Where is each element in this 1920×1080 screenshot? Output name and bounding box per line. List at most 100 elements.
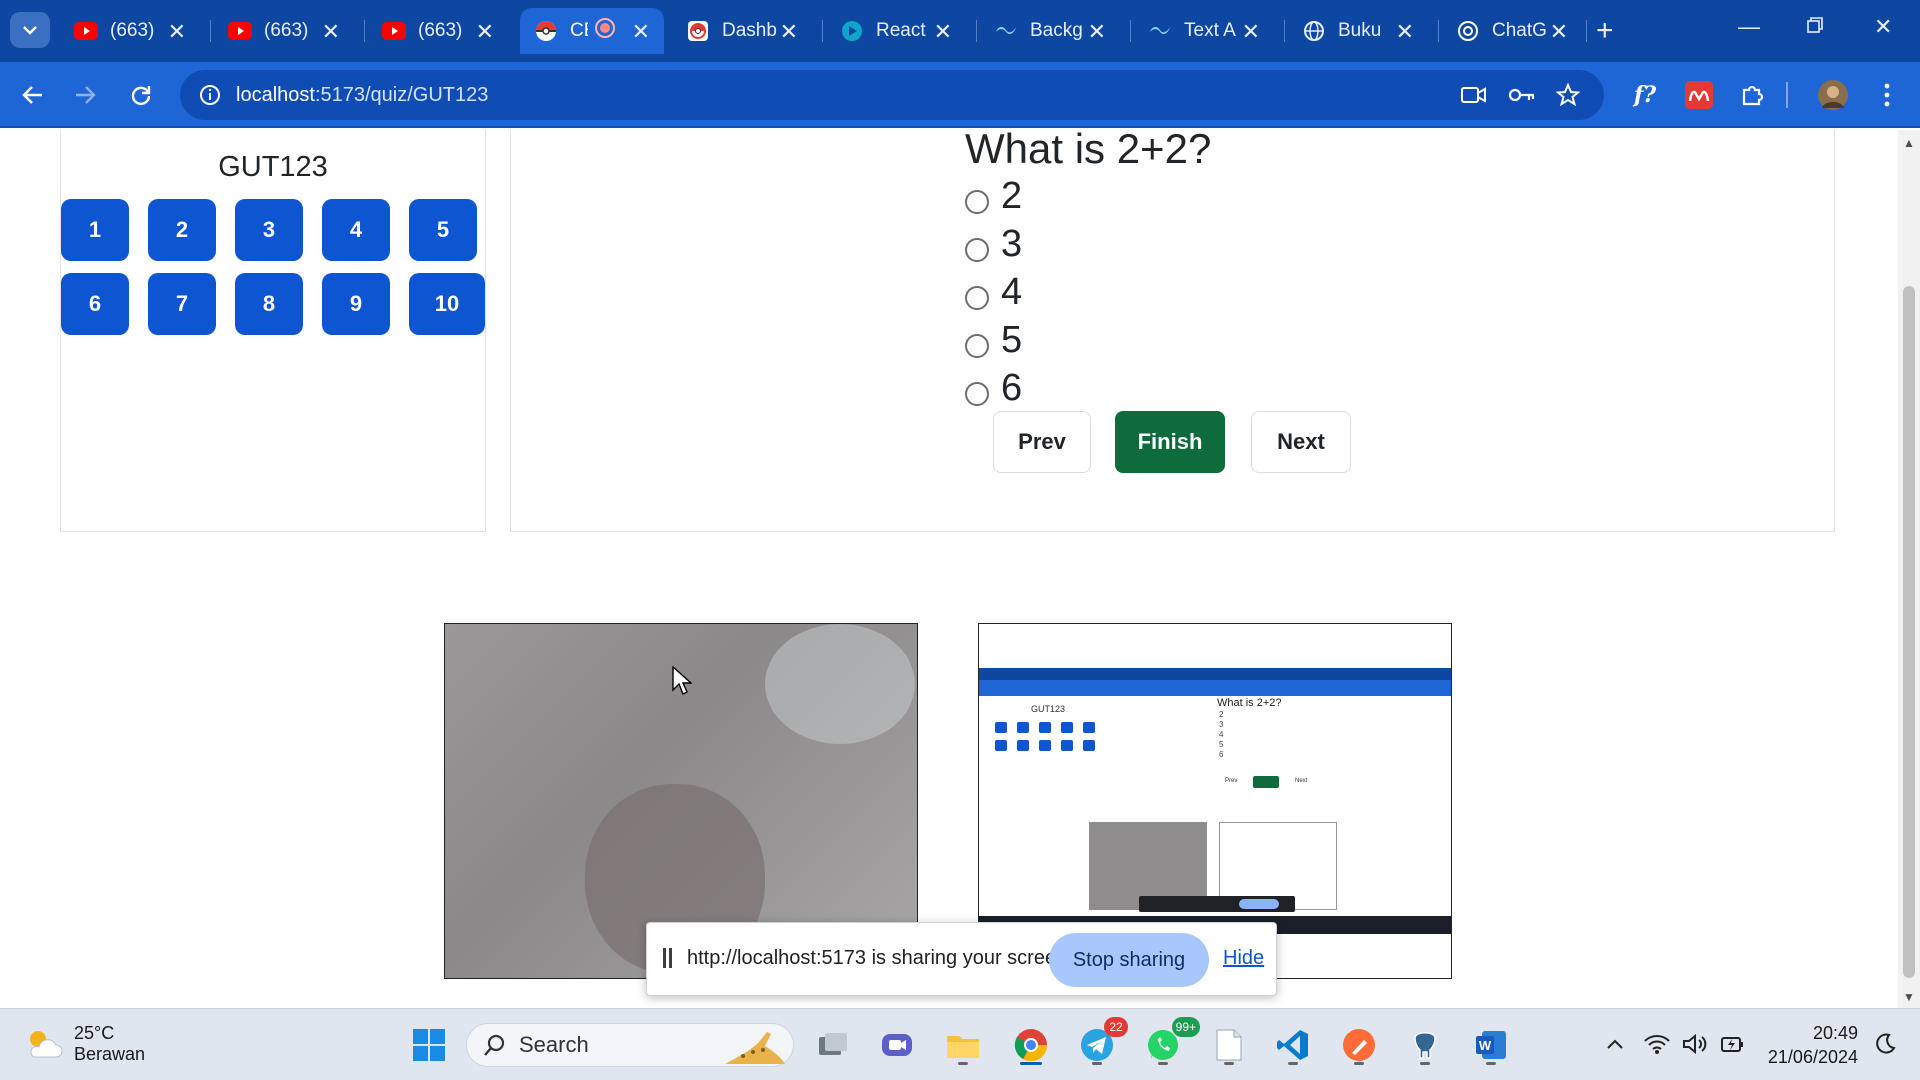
- minimize-icon[interactable]: —: [1738, 14, 1760, 40]
- tab-youtube-3[interactable]: (663) ✕: [368, 8, 508, 54]
- scroll-thumb[interactable]: [1903, 286, 1915, 978]
- show-hidden-icons-chevron-icon[interactable]: [1600, 1029, 1630, 1059]
- tab-separator: [1130, 20, 1131, 42]
- back-icon[interactable]: [14, 76, 52, 114]
- restore-icon[interactable]: [1806, 14, 1824, 40]
- word-icon[interactable]: W: [1468, 1023, 1514, 1067]
- preview-question-button: [995, 740, 1007, 751]
- task-view-icon[interactable]: [810, 1023, 856, 1067]
- preview-next: Next: [1295, 778, 1308, 784]
- tab-dashboard[interactable]: Dashb ✕: [672, 8, 812, 54]
- close-icon[interactable]: ✕: [476, 19, 494, 45]
- radio-button[interactable]: [965, 237, 989, 262]
- pgadmin-elephant-icon[interactable]: [1402, 1023, 1448, 1067]
- radio-button[interactable]: [965, 333, 989, 358]
- running-indicator: [1486, 1062, 1496, 1065]
- whatsapp-icon[interactable]: 99+: [1140, 1017, 1200, 1067]
- camera-icon[interactable]: [1460, 81, 1488, 109]
- next-button[interactable]: Next: [1251, 411, 1351, 473]
- close-icon[interactable]: ✕: [1396, 19, 1414, 45]
- tab-text-align[interactable]: Text A ✕: [1134, 8, 1274, 54]
- giraffe-search-highlight-icon: [725, 1032, 785, 1064]
- question-button-2[interactable]: 2: [148, 199, 216, 261]
- question-button-9[interactable]: 9: [322, 273, 390, 335]
- tab-chatgpt[interactable]: ChatG ✕: [1442, 8, 1582, 54]
- stop-sharing-button[interactable]: Stop sharing: [1049, 933, 1209, 987]
- battery-charging-icon[interactable]: [1718, 1029, 1748, 1059]
- tab-youtube-2[interactable]: (663) ✕: [214, 8, 354, 54]
- close-icon[interactable]: ✕: [1242, 19, 1260, 45]
- focus-moon-icon[interactable]: [1870, 1029, 1900, 1059]
- question-button-8[interactable]: 8: [235, 273, 303, 335]
- extensions-puzzle-icon[interactable]: [1736, 78, 1770, 112]
- new-tab-plus-icon[interactable]: +: [1596, 14, 1614, 48]
- radio-button[interactable]: [965, 381, 989, 406]
- vscode-icon[interactable]: [1270, 1023, 1316, 1067]
- close-window-icon[interactable]: ✕: [1874, 14, 1892, 40]
- question-button-1[interactable]: 1: [61, 199, 129, 261]
- answer-option-5[interactable]: 6: [965, 367, 1022, 410]
- telegram-icon[interactable]: 22: [1074, 1017, 1128, 1067]
- question-button-6[interactable]: 6: [61, 273, 129, 335]
- forward-icon[interactable]: [66, 76, 104, 114]
- system-clock[interactable]: 20:49 21/06/2024: [1762, 1021, 1858, 1069]
- answer-option-3[interactable]: 4: [965, 271, 1022, 314]
- preview-prev: Prev: [1225, 778, 1238, 784]
- close-icon[interactable]: ✕: [934, 19, 952, 45]
- question-button-7[interactable]: 7: [148, 273, 216, 335]
- address-bar[interactable]: localhost:5173/quiz/GUT123: [180, 70, 1604, 120]
- tab-youtube-1[interactable]: (663) ✕: [60, 8, 200, 54]
- question-button-5[interactable]: 5: [409, 199, 477, 261]
- scroll-down-arrow-icon[interactable]: ▼: [1903, 990, 1915, 1004]
- chrome-icon[interactable]: [1008, 1023, 1054, 1067]
- bookmark-star-icon[interactable]: [1554, 81, 1582, 109]
- question-button-4[interactable]: 4: [322, 199, 390, 261]
- site-info-icon[interactable]: [196, 81, 224, 109]
- close-icon[interactable]: ✕: [1088, 19, 1106, 45]
- mendeley-extension-icon[interactable]: [1682, 78, 1716, 112]
- search-icon: [484, 1034, 505, 1056]
- tab-title: (663): [418, 20, 463, 41]
- finish-button[interactable]: Finish: [1115, 411, 1225, 473]
- preview-option: 6: [1219, 750, 1224, 759]
- hide-link[interactable]: Hide: [1223, 947, 1264, 970]
- radio-button[interactable]: [965, 285, 989, 310]
- taskbar-search[interactable]: Search: [466, 1023, 794, 1067]
- profile-avatar[interactable]: [1816, 78, 1850, 112]
- postman-icon[interactable]: [1336, 1023, 1382, 1067]
- tab-background[interactable]: Backg ✕: [980, 8, 1120, 54]
- tab-quiz-active[interactable]: CE ✕: [520, 8, 664, 54]
- answer-option-2[interactable]: 3: [965, 223, 1022, 266]
- clock-date: 21/06/2024: [1767, 1047, 1858, 1067]
- font-extension-icon[interactable]: f?: [1628, 78, 1662, 112]
- answer-option-1[interactable]: 2: [965, 175, 1022, 218]
- notepad-icon[interactable]: [1206, 1023, 1252, 1067]
- radio-button[interactable]: [965, 189, 989, 214]
- volume-icon[interactable]: [1680, 1029, 1710, 1059]
- windows-start-icon[interactable]: [406, 1023, 452, 1067]
- file-explorer-icon[interactable]: [940, 1023, 986, 1067]
- close-icon[interactable]: ✕: [780, 19, 798, 45]
- wifi-icon[interactable]: [1642, 1029, 1672, 1059]
- close-icon[interactable]: ✕: [1550, 19, 1568, 45]
- close-icon[interactable]: ✕: [322, 19, 340, 45]
- tab-buku[interactable]: Buku ✕: [1288, 8, 1428, 54]
- tab-separator: [1438, 20, 1439, 42]
- question-button-10[interactable]: 10: [409, 273, 485, 335]
- answer-option-4[interactable]: 5: [965, 319, 1022, 362]
- running-indicator: [1420, 1062, 1430, 1065]
- menu-kebab-icon[interactable]: [1870, 78, 1904, 112]
- close-icon[interactable]: ✕: [168, 19, 186, 45]
- prev-button[interactable]: Prev: [993, 411, 1091, 473]
- key-icon[interactable]: [1508, 81, 1536, 109]
- reload-icon[interactable]: [122, 76, 160, 114]
- question-button-3[interactable]: 3: [235, 199, 303, 261]
- weather-widget[interactable]: 25°C Berawan: [24, 1023, 145, 1065]
- page-scrollbar[interactable]: ▲ ▼: [1898, 130, 1920, 1008]
- tab-react[interactable]: React ✕: [826, 8, 966, 54]
- scroll-up-arrow-icon[interactable]: ▲: [1903, 136, 1915, 150]
- webcam-light: [765, 624, 915, 744]
- teams-meet-icon[interactable]: [874, 1023, 920, 1067]
- tab-search-button[interactable]: [10, 12, 50, 48]
- close-icon[interactable]: ✕: [632, 19, 650, 45]
